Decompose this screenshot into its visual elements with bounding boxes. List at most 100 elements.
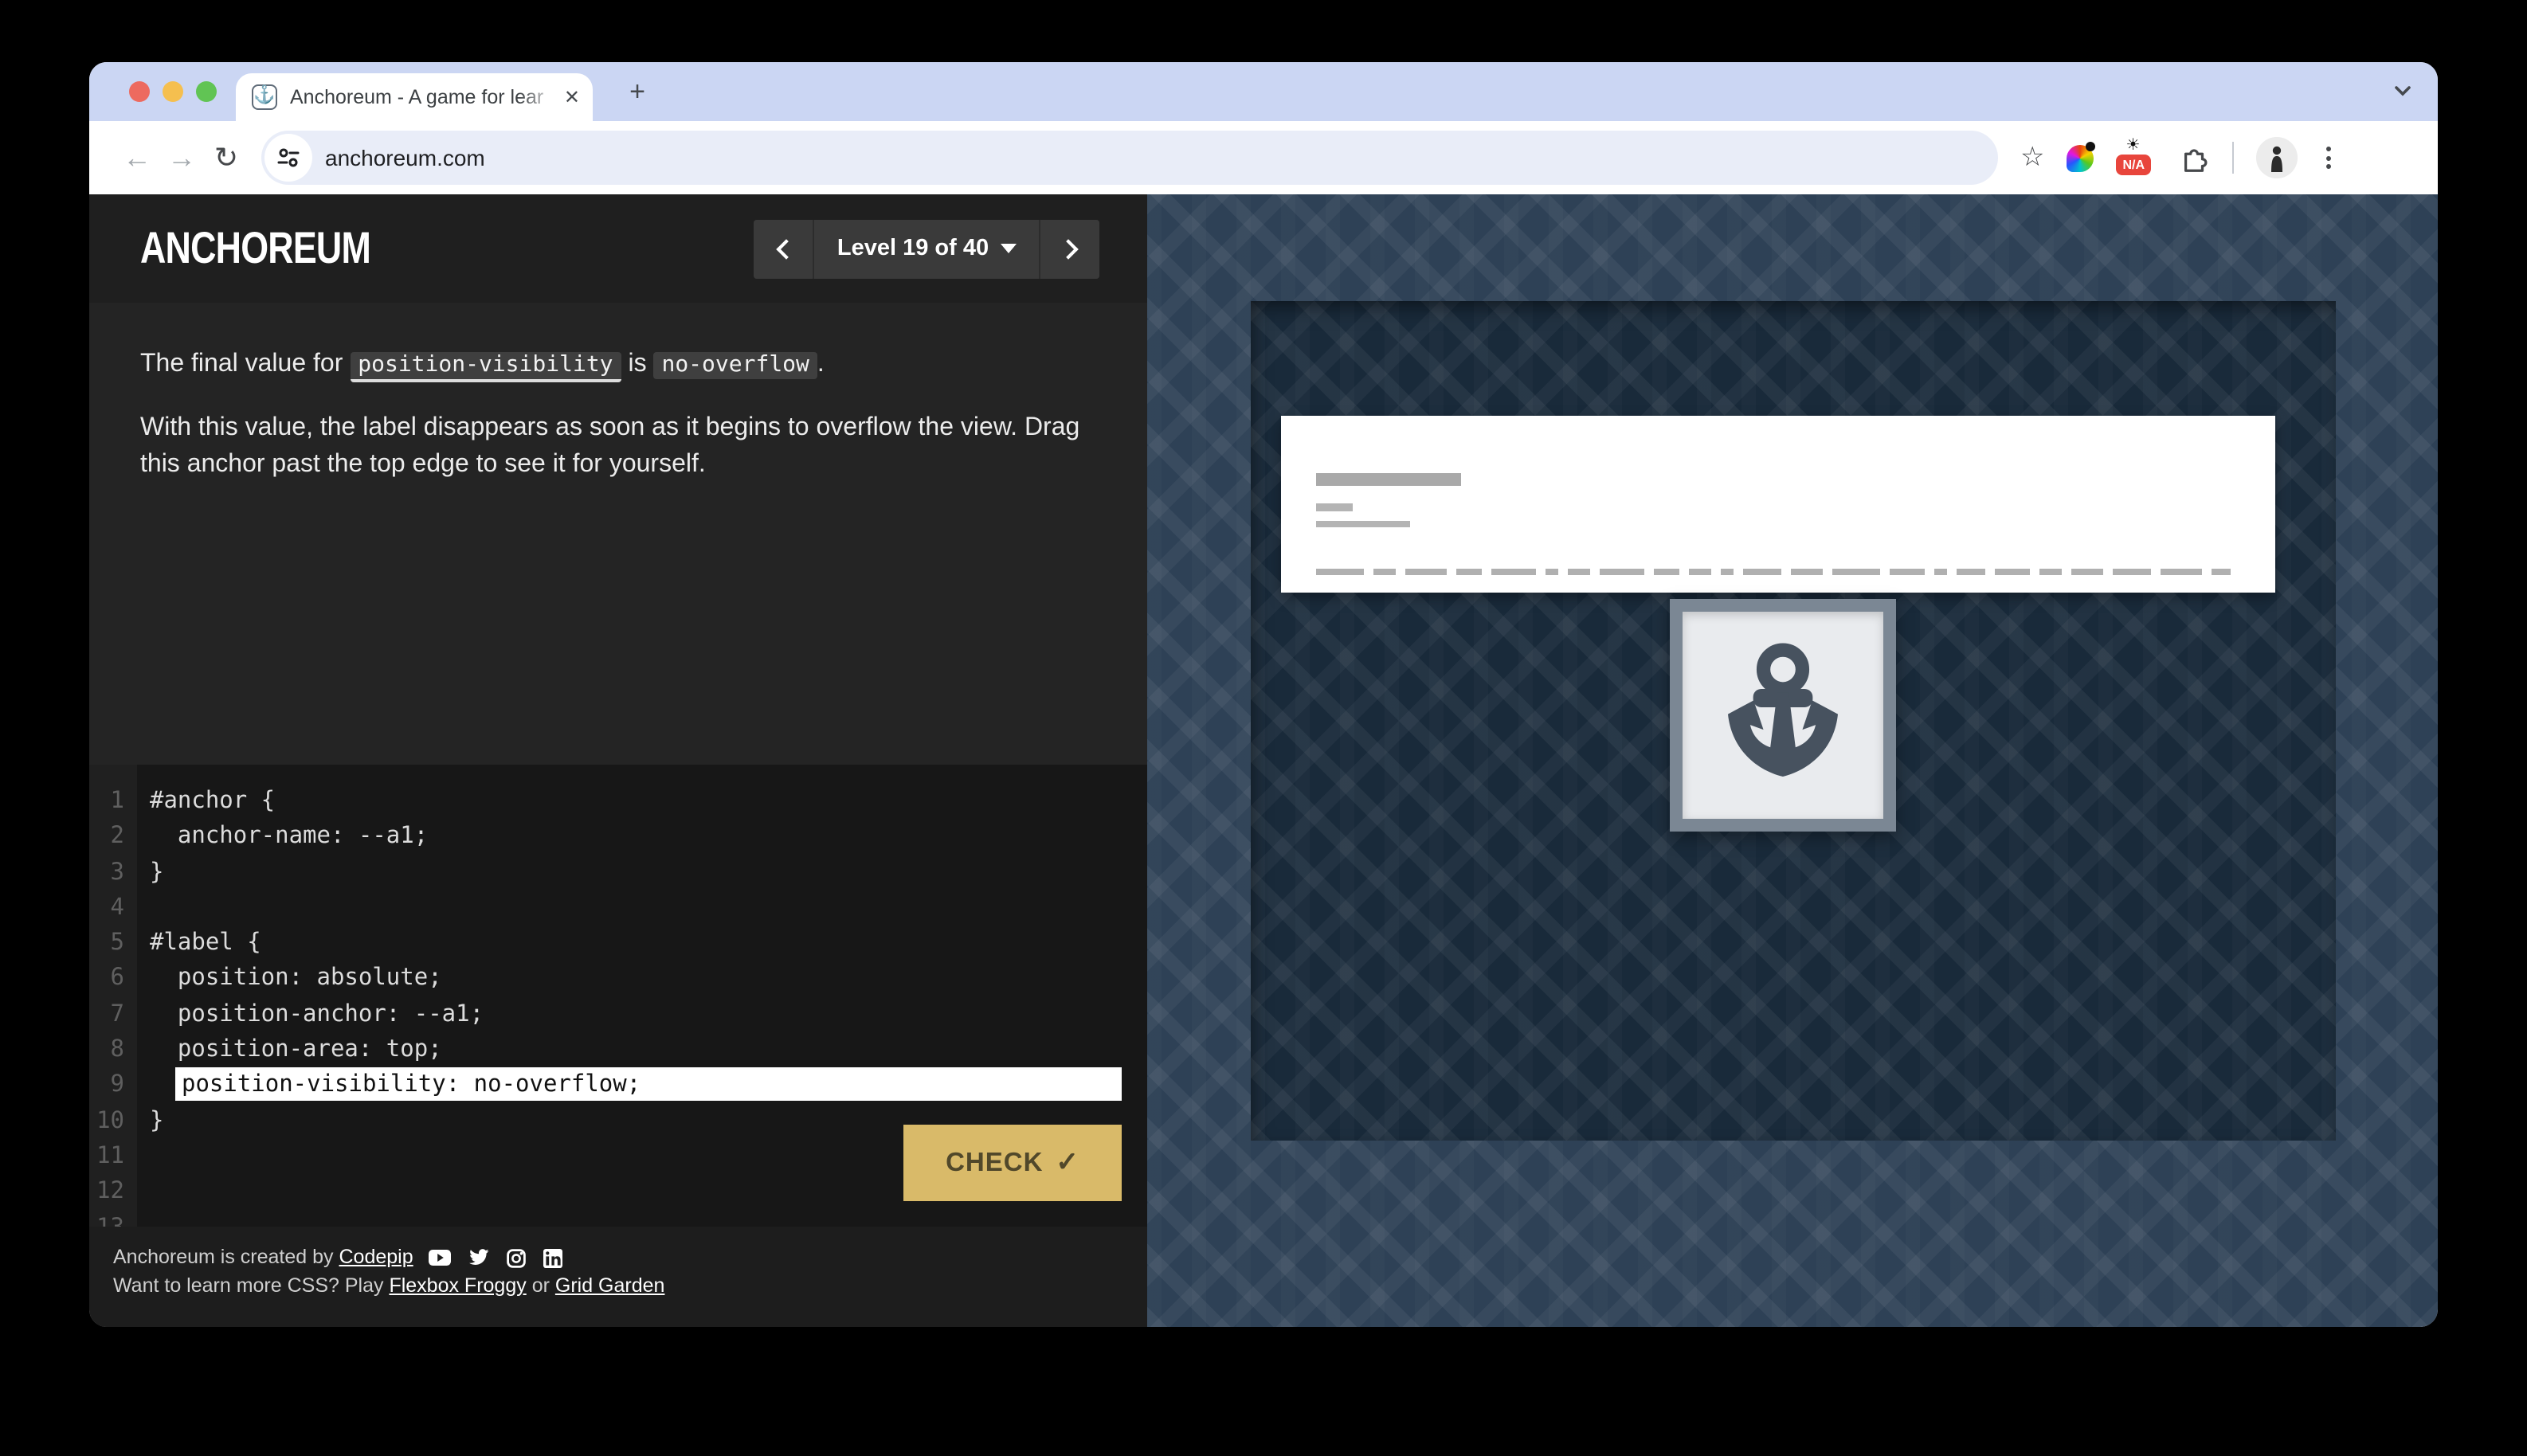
instructions: The final value for position-visibility …	[89, 303, 1147, 765]
forward-icon[interactable]: →	[159, 141, 204, 174]
css-value-input[interactable]	[175, 1068, 1122, 1102]
label-dash	[1689, 568, 1711, 575]
browser-tab[interactable]: ⚓ Anchoreum - A game for lear ✕	[236, 73, 593, 121]
browser-toolbar: ← → ↻ anchoreum.com ☆ ☀	[89, 121, 2438, 194]
twitter-icon[interactable]	[469, 1249, 490, 1266]
label-dash	[1405, 568, 1447, 575]
code-text: }	[150, 1108, 163, 1133]
game-header: ANCHOREUM Level 19 of 40	[89, 194, 1147, 303]
back-icon[interactable]: ←	[115, 141, 159, 174]
codepip-link[interactable]: Codepip	[339, 1246, 413, 1268]
line-number: 4	[89, 890, 124, 926]
game-footer: Anchoreum is created by Codepip Want to …	[89, 1227, 1147, 1327]
level-navigation: Level 19 of 40	[754, 219, 1099, 278]
label-placeholder-line	[1316, 520, 1410, 527]
level-select-dropdown[interactable]: Level 19 of 40	[813, 219, 1040, 278]
linkedin-icon[interactable]	[544, 1249, 563, 1268]
label-dash	[1373, 568, 1396, 575]
label-dash	[1600, 568, 1644, 575]
check-mark-icon: ✓	[1056, 1147, 1079, 1179]
line-number: 11	[89, 1139, 124, 1175]
line-number: 13	[89, 1210, 124, 1227]
label-dash	[2071, 568, 2103, 575]
code-line	[150, 1210, 1147, 1227]
position-visibility-code-link[interactable]: position-visibility	[350, 352, 621, 382]
label-dash	[1456, 568, 1482, 575]
tab-close-icon[interactable]: ✕	[564, 86, 580, 108]
check-label: CHECK	[946, 1148, 1043, 1178]
no-overflow-code: no-overflow	[653, 352, 817, 379]
label-dash	[1832, 568, 1880, 575]
youtube-icon[interactable]	[429, 1249, 452, 1266]
next-level-button[interactable]	[1040, 219, 1099, 278]
code-line: #anchor {	[150, 784, 1147, 820]
page-content: ANCHOREUM Level 19 of 40 The final value…	[89, 194, 2438, 1327]
footer-text: Want to learn more CSS? Play	[113, 1274, 389, 1297]
zoom-window-button[interactable]	[196, 81, 217, 102]
label-dash	[1957, 568, 1985, 575]
label-dash	[1791, 568, 1823, 575]
address-bar[interactable]: anchoreum.com	[261, 131, 1998, 185]
tab-search-chevron-icon[interactable]	[2390, 78, 2415, 104]
label-dash	[2161, 568, 2202, 575]
tab-strip: ⚓ Anchoreum - A game for lear ✕ +	[89, 62, 2438, 121]
code-line: position-anchor: --a1;	[150, 997, 1147, 1033]
extensions-puzzle-icon[interactable]	[2180, 143, 2211, 173]
url-text: anchoreum.com	[325, 145, 485, 170]
social-icons	[429, 1249, 563, 1268]
instagram-icon[interactable]	[507, 1249, 527, 1268]
line-number: 7	[89, 997, 124, 1033]
instruction-paragraph-1: The final value for position-visibility …	[140, 346, 1099, 384]
game-scene	[1147, 194, 2438, 1327]
flexbox-froggy-link[interactable]: Flexbox Froggy	[389, 1274, 526, 1297]
close-window-button[interactable]	[129, 81, 150, 102]
window-controls	[129, 81, 217, 102]
screen: ⚓ Anchoreum - A game for lear ✕ + ← → ↻	[0, 0, 2527, 1456]
line-number: 10	[89, 1103, 124, 1139]
code-line	[150, 1068, 1147, 1104]
code-editor: 12345678910111213 #anchor { anchor-name:…	[89, 765, 1147, 1227]
code-text: #anchor {	[150, 789, 275, 814]
anchor-favicon-icon: ⚓	[252, 84, 277, 110]
chevron-left-icon	[775, 238, 795, 258]
toolbar-right-icons: ☆ ☀ N/A	[2020, 137, 2338, 178]
label-dash	[1546, 568, 1558, 575]
code-line	[150, 890, 1147, 926]
code-line: #label {	[150, 926, 1147, 961]
label-dash	[1934, 568, 1947, 575]
reload-icon[interactable]: ↻	[204, 141, 249, 174]
bookmark-star-icon[interactable]: ☆	[2020, 142, 2045, 174]
na-badge-extension-icon[interactable]: ☀ N/A	[2117, 140, 2158, 175]
profile-avatar[interactable]	[2257, 137, 2298, 178]
check-button[interactable]: CHECK ✓	[903, 1125, 1122, 1201]
label-dash	[1890, 568, 1925, 575]
line-number: 12	[89, 1175, 124, 1211]
site-settings-icon[interactable]	[264, 134, 312, 182]
code-line: }	[150, 855, 1147, 890]
code-text: position-anchor: --a1;	[150, 1002, 484, 1027]
tab-title: Anchoreum - A game for lear	[290, 86, 558, 108]
code-line: position: absolute;	[150, 961, 1147, 997]
caret-down-icon	[1000, 244, 1016, 253]
footer-text: Anchoreum is created by	[113, 1246, 339, 1268]
line-number: 2	[89, 820, 124, 855]
level-label: Level 19 of 40	[837, 236, 989, 261]
line-number: 8	[89, 1032, 124, 1068]
footer-text: or	[527, 1274, 555, 1297]
label-placeholder-title	[1316, 473, 1461, 486]
instruction-text: .	[817, 350, 825, 378]
new-tab-button[interactable]: +	[618, 73, 656, 112]
code-line: anchor-name: --a1;	[150, 820, 1147, 855]
footer-line-2: Want to learn more CSS? Play Flexbox Fro…	[113, 1271, 1147, 1300]
browser-menu-icon[interactable]	[2321, 147, 2338, 169]
code-line: position-area: top;	[150, 1032, 1147, 1068]
previous-level-button[interactable]	[754, 219, 813, 278]
colorpick-extension-icon[interactable]	[2067, 144, 2094, 171]
anchor-element[interactable]	[1670, 599, 1896, 832]
grid-garden-link[interactable]: Grid Garden	[555, 1274, 665, 1297]
code-text: }	[150, 859, 163, 885]
footer-line-1: Anchoreum is created by Codepip	[113, 1243, 1147, 1271]
minimize-window-button[interactable]	[163, 81, 183, 102]
label-dash	[1654, 568, 1679, 575]
label-dash	[1995, 568, 2030, 575]
